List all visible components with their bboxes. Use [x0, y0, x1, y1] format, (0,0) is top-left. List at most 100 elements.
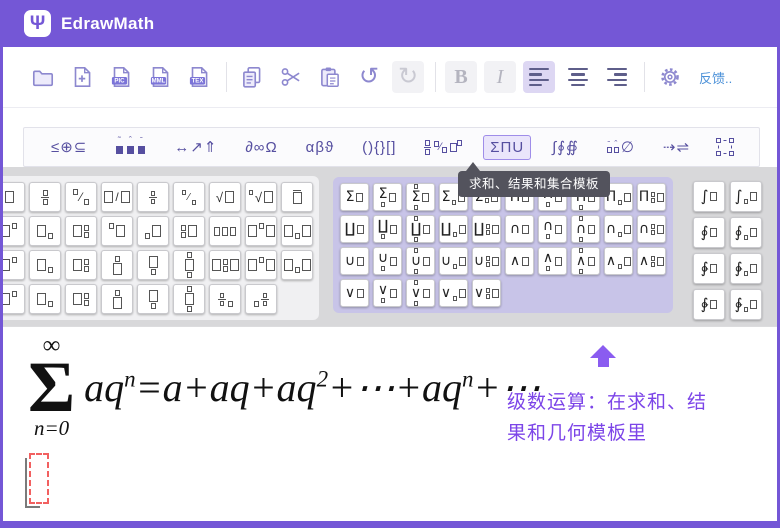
template-bigop-∐-v4[interactable]: ∐ [439, 215, 468, 243]
template-sqrt[interactable]: √ [209, 182, 241, 212]
template-integral-1[interactable]: ∮ [693, 217, 725, 248]
category-greek-letters[interactable]: αβϑ [299, 135, 342, 160]
template-bigop-∧-v1[interactable]: ∧ [505, 247, 534, 275]
toolbar-cut-button[interactable] [275, 61, 307, 93]
template-bigop-∧-v2[interactable]: ∧ [538, 247, 567, 275]
template-bigop-∨-v4[interactable]: ∨ [439, 279, 468, 307]
template-bigop-∪-v2[interactable]: ∪ [373, 247, 402, 275]
template-subsup[interactable] [65, 216, 97, 246]
template-obar[interactable] [281, 182, 313, 212]
template-bigop-Σ-v1[interactable]: Σ [340, 183, 369, 211]
toolbar-export-mml-button[interactable]: MML [144, 61, 176, 93]
category-labeled-arrow-templates[interactable]: ⇢⇌ [656, 134, 697, 160]
template-integral-1[interactable]: ∳ [693, 253, 725, 284]
template-upair[interactable] [281, 216, 313, 246]
category-sum-product-set-templates[interactable]: ΣΠU [483, 135, 531, 160]
template-bigop-∧-v3[interactable]: ∧ [571, 247, 600, 275]
template-integral-1[interactable]: ∫ [693, 181, 725, 212]
template-bigop-∨-v2[interactable]: ∨ [373, 279, 402, 307]
template-bigop-∐-v5[interactable]: ∐ [472, 215, 501, 243]
toolbar-paste-button[interactable] [314, 61, 346, 93]
template-nthroot[interactable]: √ [245, 182, 277, 212]
template-sup[interactable] [0, 284, 25, 314]
template-bigop-∧-v4[interactable]: ∧ [604, 247, 633, 275]
template-bigop-Π-v5[interactable]: Π [637, 183, 666, 211]
category-bar-hat-templates[interactable]: ˉˆ∅ [600, 134, 642, 160]
template-vfrac[interactable] [29, 182, 61, 212]
category-brackets[interactable]: (){}[] [355, 135, 403, 160]
category-accent-squares[interactable]: ˜ˆˉ [108, 136, 153, 158]
template-integral-4[interactable]: ∲ [730, 289, 762, 320]
template-dfrac[interactable]: ⁄ [65, 182, 97, 212]
template-row3[interactable] [209, 216, 241, 246]
template-bigop-∪-v1[interactable]: ∪ [340, 247, 369, 275]
template-bigop-∩-v2[interactable]: ∩ [538, 215, 567, 243]
category-integral-templates[interactable]: ∫∮∯ [545, 134, 586, 160]
toolbar-redo-button[interactable]: ↻ [392, 61, 424, 93]
toolbar-bold-button[interactable]: B [445, 61, 477, 93]
template-oupair[interactable] [209, 250, 241, 280]
template-sub[interactable] [29, 284, 61, 314]
template-ouset[interactable] [173, 250, 205, 280]
template-oset[interactable] [101, 250, 133, 280]
template-ouset[interactable] [173, 284, 205, 314]
equation-canvas[interactable]: ∞ Σ n=0 aqn=a+aq+aq2+⋯+aqn+⋯ 级数运算：在求和、结 … [3, 326, 777, 521]
template-integral-4[interactable]: ∳ [730, 253, 762, 284]
template-integral-1[interactable]: ∲ [693, 289, 725, 320]
template-bigop-∩-v1[interactable]: ∩ [505, 215, 534, 243]
template-fracr[interactable] [245, 284, 277, 314]
toolbar-copy-button[interactable] [236, 61, 268, 93]
toolbar-new-file-button[interactable] [66, 61, 98, 93]
toolbar-align-center-button[interactable] [562, 61, 594, 93]
toolbar-settings-button[interactable] [654, 61, 686, 93]
template-presup[interactable] [101, 216, 133, 246]
template-bigop-∩-v4[interactable]: ∩ [604, 215, 633, 243]
template-ifrac[interactable]: / [101, 182, 133, 212]
template-presubsup[interactable] [173, 216, 205, 246]
template-sup[interactable] [0, 216, 25, 246]
template-sub[interactable] [29, 216, 61, 246]
category-relations[interactable]: ≤⊕⊆ [44, 134, 94, 160]
template-box[interactable] [0, 182, 25, 212]
template-bigop-∐-v3[interactable]: ∐ [406, 215, 435, 243]
equation[interactable]: ∞ Σ n=0 aqn=a+aq+aq2+⋯+aqn+⋯ [28, 335, 541, 440]
template-fracl[interactable] [209, 284, 241, 314]
category-misc-symbols[interactable]: ∂∞Ω [238, 135, 284, 160]
category-arrows[interactable]: ↔↗⇑ [167, 134, 224, 160]
template-bigop-∨-v3[interactable]: ∨ [406, 279, 435, 307]
template-opair[interactable] [245, 216, 277, 246]
template-opair[interactable] [245, 250, 277, 280]
toolbar-open-file-button[interactable] [27, 61, 59, 93]
template-bigop-∩-v5[interactable]: ∩ [637, 215, 666, 243]
toolbar-export-pic-button[interactable]: PIC [105, 61, 137, 93]
template-integral-4[interactable]: ∫ [730, 181, 762, 212]
template-uset[interactable] [137, 250, 169, 280]
template-sup[interactable] [0, 250, 25, 280]
category-matrix-templates[interactable] [711, 136, 739, 158]
template-bigop-∐-v1[interactable]: ∐ [340, 215, 369, 243]
template-subsup[interactable] [65, 284, 97, 314]
template-bigop-∪-v4[interactable]: ∪ [439, 247, 468, 275]
template-bigop-Σ-v2[interactable]: Σ [373, 183, 402, 211]
feedback-link[interactable]: 反馈.. [699, 68, 732, 87]
toolbar-export-tex-button[interactable]: TEX [183, 61, 215, 93]
template-bigop-∨-v1[interactable]: ∨ [340, 279, 369, 307]
template-bigop-Σ-v3[interactable]: Σ [406, 183, 435, 211]
template-bigop-∨-v5[interactable]: ∨ [472, 279, 501, 307]
template-bigop-∪-v5[interactable]: ∪ [472, 247, 501, 275]
template-oset[interactable] [101, 284, 133, 314]
template-bigop-∐-v2[interactable]: ∐ [373, 215, 402, 243]
template-bigop-∪-v3[interactable]: ∪ [406, 247, 435, 275]
toolbar-align-right-button[interactable] [601, 61, 633, 93]
template-uset[interactable] [137, 284, 169, 314]
toolbar-undo-button[interactable]: ↺ [353, 61, 385, 93]
template-subsup[interactable] [65, 250, 97, 280]
template-upair[interactable] [281, 250, 313, 280]
toolbar-align-left-button[interactable] [523, 61, 555, 93]
template-integral-4[interactable]: ∮ [730, 217, 762, 248]
template-sub[interactable] [29, 250, 61, 280]
template-bigop-∩-v3[interactable]: ∩ [571, 215, 600, 243]
toolbar-italic-button[interactable]: I [484, 61, 516, 93]
template-presub[interactable] [137, 216, 169, 246]
category-fraction-script-templates[interactable]: ⁄ [417, 136, 469, 159]
